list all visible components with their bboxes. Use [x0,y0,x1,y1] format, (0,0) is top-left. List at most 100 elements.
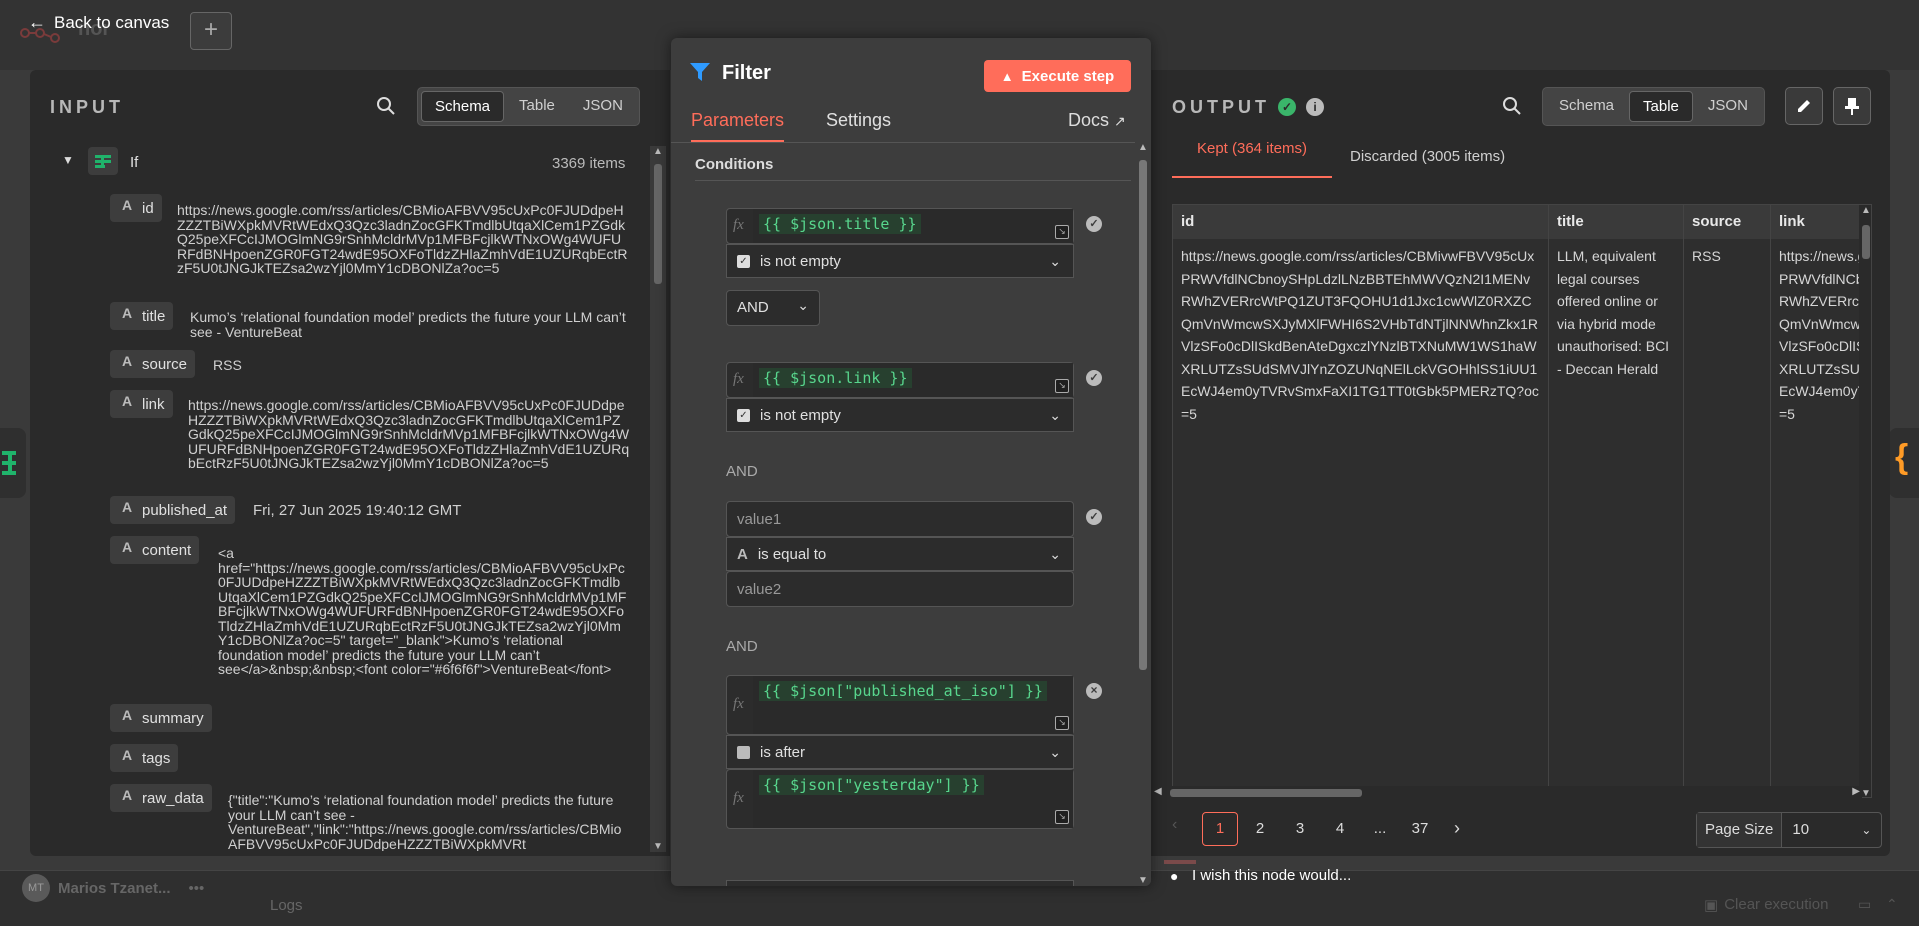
flask-icon: ▲ [1000,68,1014,84]
condition-4-left-value[interactable]: fx {{ $json["published_at_iso"] }} ↘ [726,675,1074,735]
execute-step-button[interactable]: ▲ Execute step [984,60,1131,92]
tab-table[interactable]: Table [1629,91,1693,122]
field-id[interactable]: A id [110,194,162,222]
tab-settings[interactable]: Settings [826,110,891,131]
output-node-handle[interactable]: { [1889,428,1919,498]
filter-scrollbar[interactable]: ▲ ▼ [1135,142,1151,886]
next-page-icon[interactable]: › [1442,812,1472,846]
tab-json[interactable]: JSON [570,91,636,122]
operator-label: is not empty [760,406,841,424]
execute-label: Execute step [1021,67,1115,85]
tab-schema[interactable]: Schema [1546,91,1627,122]
add-node-button[interactable]: + [190,12,232,50]
node-title[interactable]: Filter [722,62,771,85]
search-icon[interactable] [376,96,396,119]
prev-page-icon[interactable]: ‹ [1172,816,1177,834]
combinator-select[interactable]: AND ⌄ [726,290,820,326]
scroll-down-icon[interactable]: ▼ [1135,875,1151,886]
tab-discarded[interactable]: Discarded (3005 items) [1350,148,1505,165]
field-source[interactable]: A source [110,350,196,378]
node-name: If [130,154,139,171]
avatar: MT [22,874,50,902]
tab-kept[interactable]: Kept (364 items) [1172,140,1332,178]
page-3-button[interactable]: 3 [1282,812,1318,846]
scroll-right-icon[interactable]: ▶ [1852,786,1860,797]
field-name: published_at [142,501,228,519]
chevron-up-icon[interactable]: ⌃ [1886,896,1898,913]
condition-2-operator[interactable]: ✓ is not empty ⌄ [726,398,1074,432]
scroll-thumb[interactable] [1139,160,1147,670]
expression-text: {{ $json["published_at_iso"] }} [759,681,1047,701]
and-label-3: AND [726,638,758,655]
table-h-scrollbar[interactable]: ◀ ▶ [1152,786,1862,800]
info-icon[interactable]: i [1306,98,1324,116]
condition-4-right-value[interactable]: fx {{ $json["yesterday"] }} ↘ [726,769,1074,829]
string-type-icon: A [121,787,133,803]
logs-label[interactable]: Logs [270,897,303,914]
user-area[interactable]: MT Marios Tzanet... ••• [22,874,204,902]
input-node-handle[interactable] [0,428,26,498]
search-icon[interactable] [1502,96,1522,119]
expand-icon[interactable]: ↘ [1055,225,1069,239]
page-ellipsis[interactable]: ... [1362,812,1398,846]
expand-icon[interactable]: ↘ [1055,716,1069,730]
page-1-button[interactable]: 1 [1202,812,1238,846]
condition-1-left-value[interactable]: fx {{ $json.title }} ↘ [726,208,1074,244]
field-tags[interactable]: A tags [110,744,179,772]
page-37-button[interactable]: 37 [1402,812,1438,846]
expand-icon[interactable]: ↘ [1055,810,1069,824]
combinator-value: AND [737,299,769,316]
tab-json[interactable]: JSON [1695,91,1761,122]
field-value-raw-data: {"title":"Kumo’s ‘relational foundation … [228,793,622,851]
scroll-left-icon[interactable]: ◀ [1154,786,1162,797]
condition-3-valid-icon: ✓ [1086,509,1102,525]
lightbulb-icon: ● [1170,868,1179,884]
scroll-up-icon[interactable]: ▲ [1135,142,1151,153]
chevron-down-icon: ⌄ [1049,546,1061,562]
input-scrollbar[interactable]: ▲ ▼ [650,146,666,852]
condition-2-left-value[interactable]: fx {{ $json.link }} ↘ [726,362,1074,398]
scroll-down-icon[interactable]: ▼ [650,841,666,852]
page-2-button[interactable]: 2 [1242,812,1278,846]
scroll-thumb[interactable] [1170,789,1362,797]
edit-output-button[interactable] [1785,87,1823,125]
scroll-thumb[interactable] [654,164,662,284]
more-icon[interactable]: ••• [189,880,205,897]
left-value-inner: {{ $json["published_at_iso"] }} [753,676,1073,734]
field-summary[interactable]: A summary [110,704,212,732]
tab-parameters[interactable]: Parameters [691,110,785,142]
scroll-up-icon[interactable]: ▲ [650,146,666,157]
condition-1-operator[interactable]: ✓ is not empty ⌄ [726,244,1074,278]
fx-icon: fx [733,696,744,712]
page-size-select[interactable]: 10 ⌄ [1781,813,1881,847]
field-published-at[interactable]: A published_at [110,496,236,524]
tab-schema[interactable]: Schema [421,91,505,122]
window-icon[interactable]: ▭ [1858,896,1871,913]
tab-table[interactable]: Table [506,91,568,122]
condition-4-operator[interactable]: is after ⌄ [726,735,1074,769]
string-type-icon: A [121,707,133,723]
feedback-bar[interactable]: ● I wish this node would... [1150,860,1890,890]
condition-3-value1[interactable]: value1 [726,501,1074,537]
field-content[interactable]: A content [110,536,200,564]
condition-3-operator[interactable]: A is equal to ⌄ [726,537,1074,571]
clear-execution-button[interactable]: ▣ Clear execution [1704,896,1828,914]
clear-label: Clear execution [1724,896,1829,913]
chevron-down-icon[interactable]: ▼ [62,153,74,167]
scroll-up-icon[interactable]: ▲ [1859,205,1871,216]
scroll-thumb[interactable] [1862,225,1870,259]
back-to-canvas-button[interactable]: ← Back to canvas [28,12,169,33]
pin-data-button[interactable] [1833,87,1871,125]
condition-3-value2[interactable]: value2 [726,571,1074,607]
field-link[interactable]: A link [110,390,173,418]
expand-icon[interactable]: ↘ [1055,379,1069,393]
page-4-button[interactable]: 4 [1322,812,1358,846]
field-value-content: <a href="https://news.google.com/rss/art… [218,545,627,677]
string-type-icon: A [121,747,133,763]
docs-link[interactable]: Docs ↗ [1068,110,1126,131]
next-condition-partial [726,880,1074,886]
field-title[interactable]: A title [110,302,174,330]
table-v-scrollbar[interactable]: ▲ ▼ [1859,205,1871,797]
feedback-accent [1164,860,1196,864]
field-raw-data[interactable]: A raw_data [110,784,212,812]
